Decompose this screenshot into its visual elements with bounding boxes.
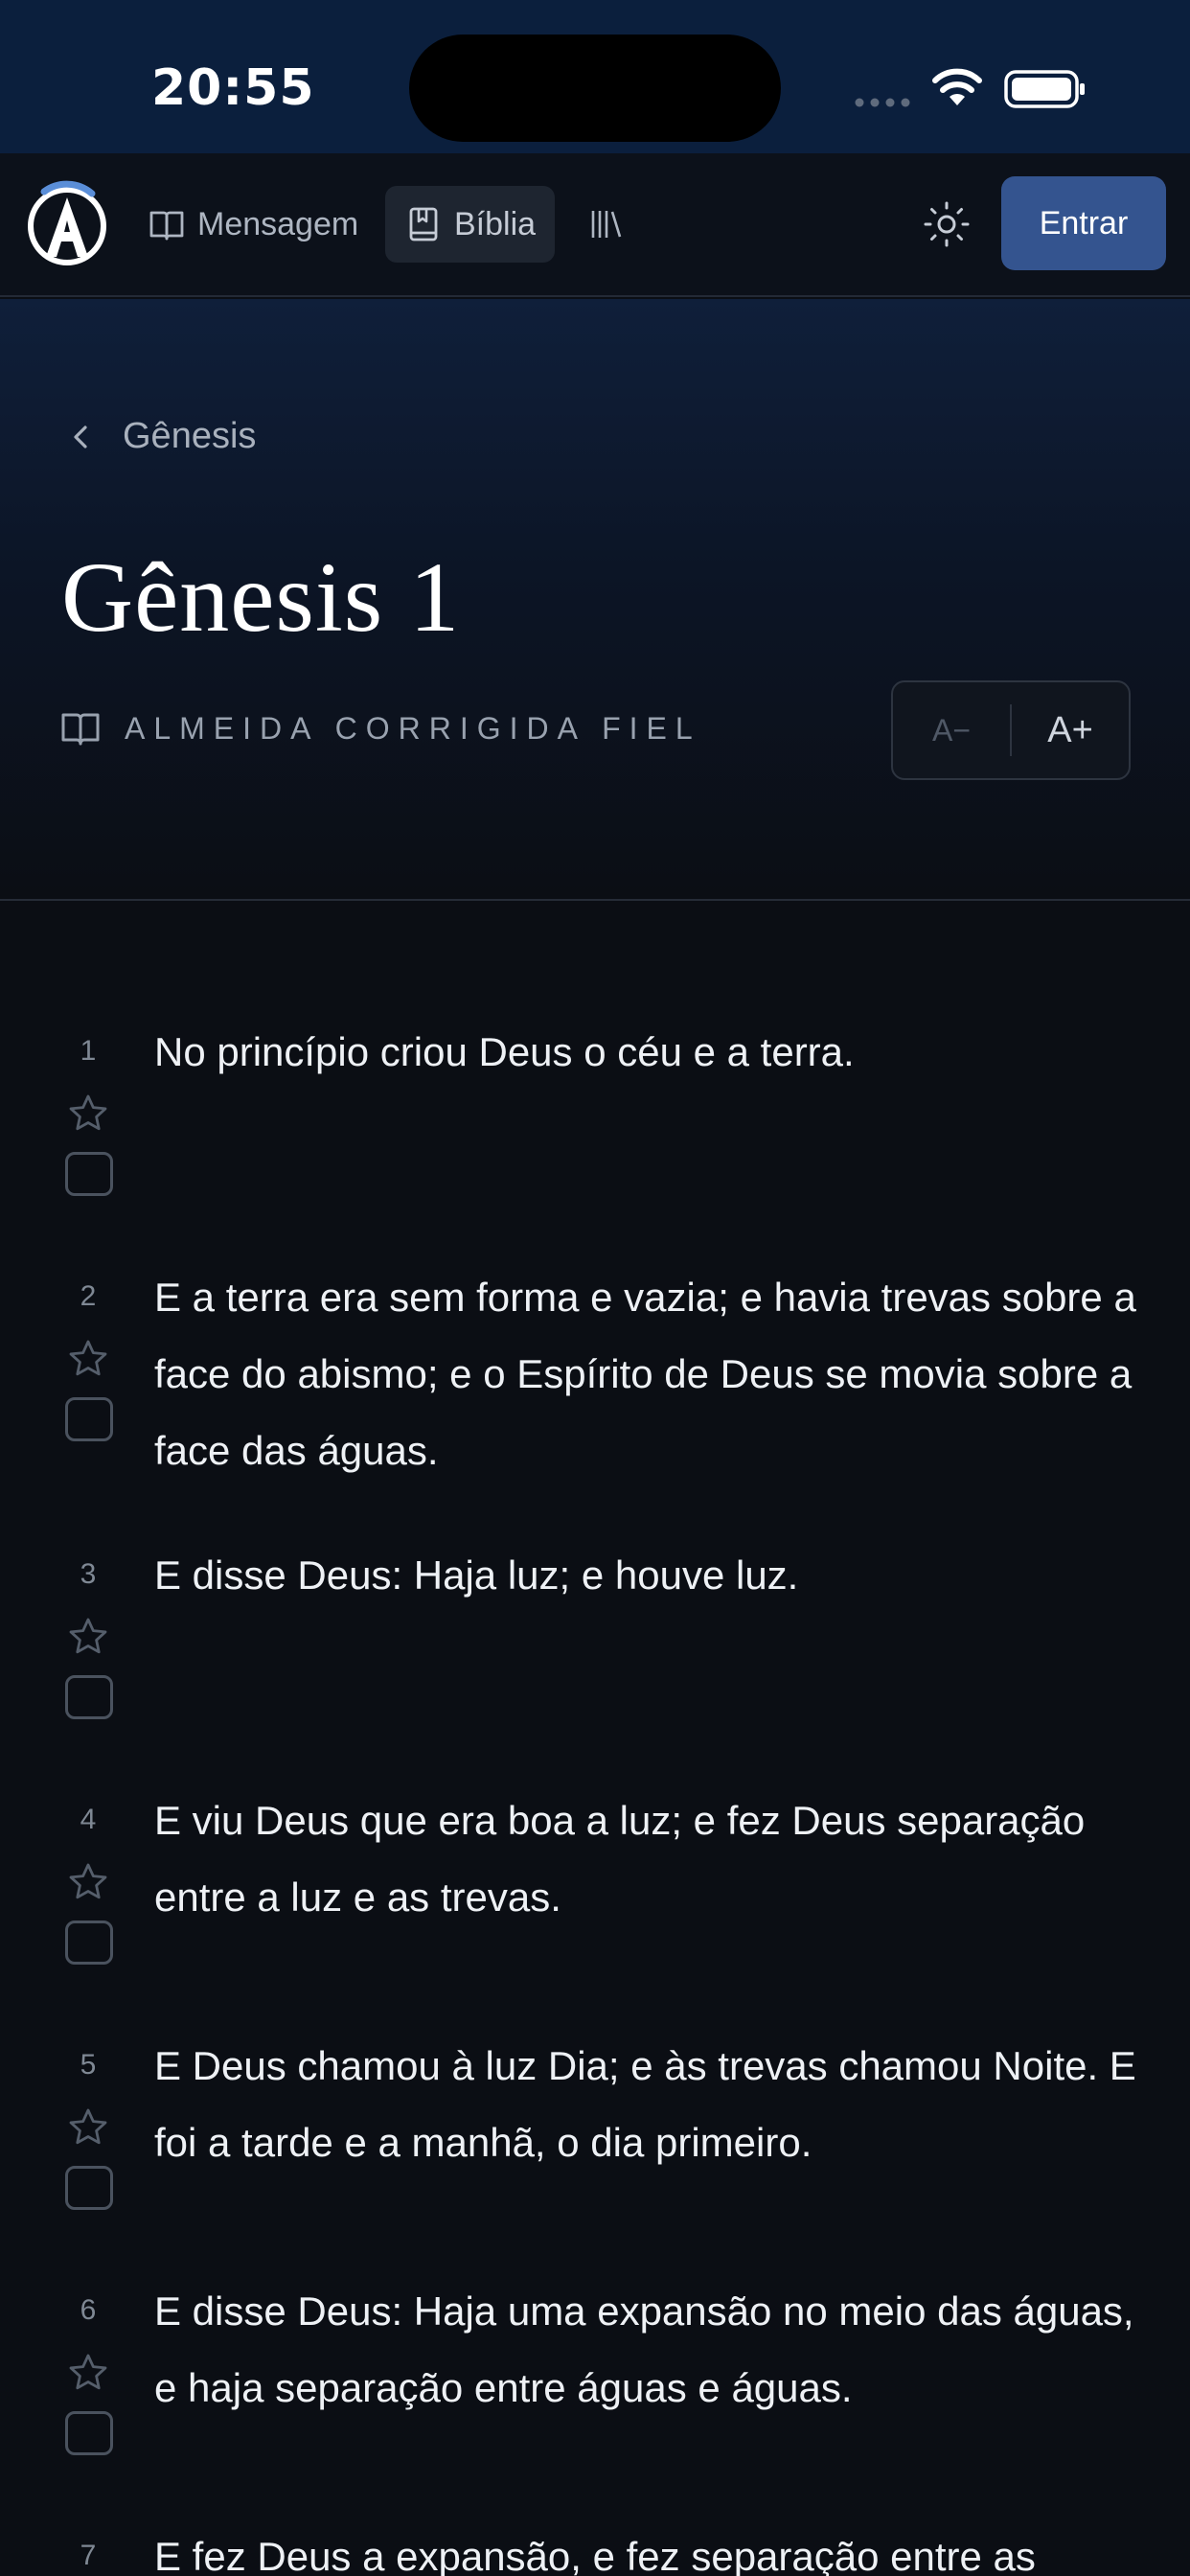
verse-number: 5: [80, 2049, 97, 2081]
nav-item-biblia[interactable]: Bíblia: [385, 186, 556, 263]
verse-checkbox[interactable]: [65, 2166, 113, 2210]
verse-list: 1 No princípio criou Deus o céu e a terr…: [0, 901, 1190, 2576]
verse-text[interactable]: E Deus chamou à luz Dia; e às trevas cha…: [154, 2028, 1141, 2181]
verse-number: 2: [80, 1280, 97, 1312]
nav-item-label: Bíblia: [454, 205, 537, 242]
star-icon[interactable]: [67, 2352, 109, 2394]
verse-text[interactable]: E fez Deus a expansão, e fez separação e…: [154, 2518, 1141, 2576]
back-breadcrumb[interactable]: Gênesis: [67, 416, 256, 457]
version-label: ALMEIDA CORRIGIDA FIEL: [125, 710, 701, 746]
chapter-header: Gênesis Gênesis 1 ALMEIDA CORRIGIDA FIEL…: [0, 299, 1190, 901]
app-root: 20:55 Mensagem Bíblia Entrar Gênesis Gên…: [0, 0, 1190, 2576]
nav-item-mensagem[interactable]: Mensagem: [148, 186, 358, 263]
dynamic-island: [409, 34, 781, 142]
sun-icon[interactable]: [922, 199, 972, 249]
star-icon[interactable]: [67, 1616, 109, 1658]
verse-checkbox[interactable]: [65, 2411, 113, 2455]
verse-checkbox[interactable]: [65, 1675, 113, 1719]
status-time: 20:55: [151, 59, 315, 117]
star-icon[interactable]: [67, 1861, 109, 1903]
breadcrumb-label: Gênesis: [123, 416, 257, 456]
verse-number: 6: [80, 2294, 97, 2326]
verse-text[interactable]: No princípio criou Deus o céu e a terra.: [154, 1014, 1141, 1091]
star-icon[interactable]: [67, 2106, 109, 2149]
bible-icon: [409, 207, 438, 242]
battery-icon: [1004, 70, 1085, 108]
open-book-icon: [61, 713, 100, 746]
verse-number: 4: [80, 1804, 97, 1835]
verse-number: 7: [80, 2540, 97, 2571]
verse-text[interactable]: E a terra era sem forma e vazia; e havia…: [154, 1259, 1141, 1489]
font-size-control: A− A+: [891, 680, 1131, 780]
library-icon: [591, 211, 622, 238]
status-bar: 20:55: [0, 0, 1190, 153]
verse-text[interactable]: E disse Deus: Haja luz; e houve luz.: [154, 1537, 1141, 1614]
verse-checkbox[interactable]: [65, 1920, 113, 1965]
bible-version: ALMEIDA CORRIGIDA FIEL: [59, 709, 701, 748]
verse-number: 3: [80, 1558, 97, 1590]
verse-checkbox[interactable]: [65, 1152, 113, 1196]
top-nav-bar: Mensagem Bíblia Entrar: [0, 153, 1190, 297]
app-logo[interactable]: [25, 180, 109, 268]
wifi-icon: [932, 68, 982, 105]
login-button[interactable]: Entrar: [1001, 176, 1166, 270]
nav-item-library[interactable]: [584, 186, 627, 263]
verse-text[interactable]: E disse Deus: Haja uma expansão no meio …: [154, 2273, 1141, 2426]
decrease-font-button[interactable]: A−: [893, 682, 1010, 778]
verse-text[interactable]: E viu Deus que era boa a luz; e fez Deus…: [154, 1782, 1141, 1936]
star-icon[interactable]: [67, 1338, 109, 1380]
verse-number: 1: [80, 1035, 97, 1067]
verse-checkbox[interactable]: [65, 1397, 113, 1441]
increase-font-button[interactable]: A+: [1012, 682, 1129, 778]
page-title: Gênesis 1: [61, 542, 461, 653]
open-book-icon: [149, 211, 184, 241]
nav-item-label: Mensagem: [197, 205, 359, 242]
cellular-signal-icon: [855, 98, 910, 107]
star-icon[interactable]: [67, 1092, 109, 1135]
chevron-left-icon: [74, 425, 87, 448]
